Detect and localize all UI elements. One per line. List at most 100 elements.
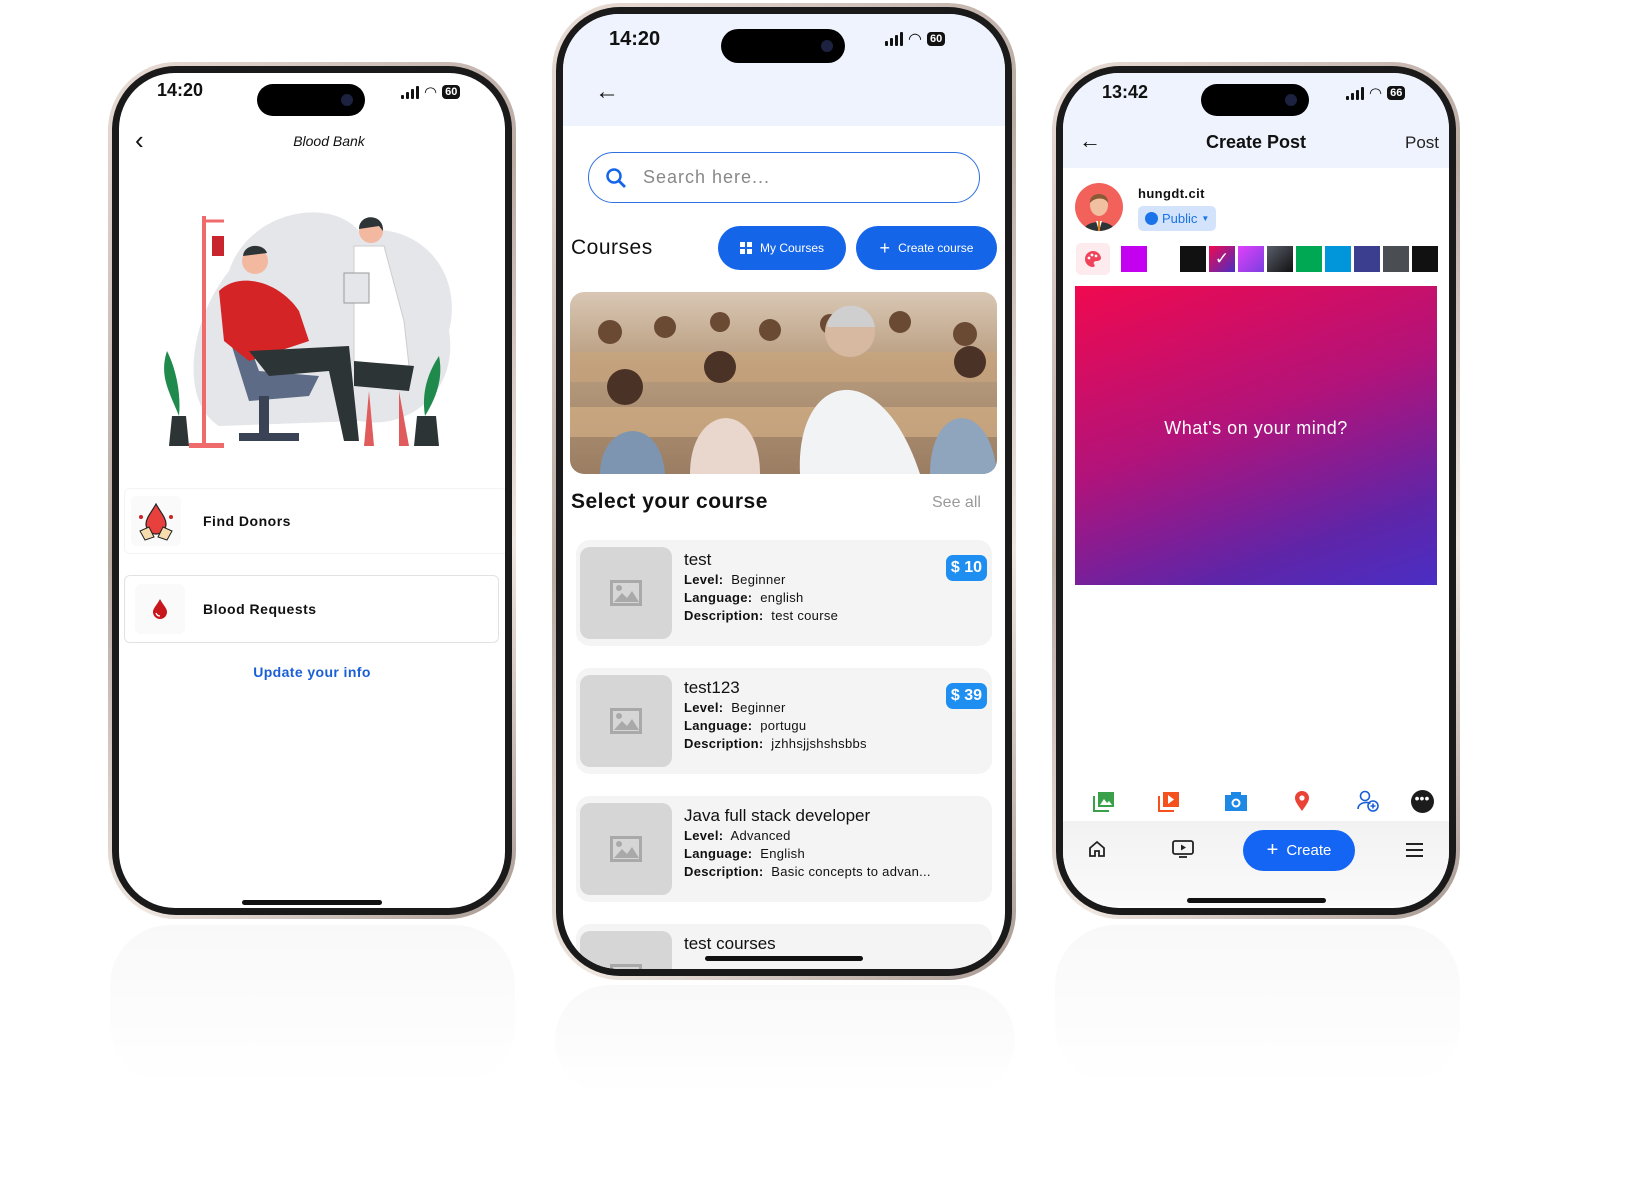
- field-label: Level:: [684, 572, 724, 587]
- color-swatch[interactable]: [1267, 246, 1293, 272]
- course-title: test: [684, 550, 712, 569]
- status-icons: ◠ 66: [1346, 84, 1406, 102]
- status-time: 14:20: [157, 80, 204, 100]
- more-icon[interactable]: •••: [1410, 789, 1434, 813]
- home-icon[interactable]: [1087, 839, 1107, 864]
- location-icon[interactable]: [1290, 789, 1314, 813]
- course-language: Language: english: [684, 590, 804, 605]
- field-label: Language:: [684, 590, 753, 605]
- status-icons: ◠ 60: [401, 83, 461, 101]
- create-label: Create: [1286, 842, 1332, 859]
- photo-icon[interactable]: [1092, 789, 1116, 813]
- dynamic-island: [257, 84, 365, 116]
- color-swatch[interactable]: [1238, 246, 1264, 272]
- course-title: Java full stack developer: [684, 806, 871, 825]
- plus-icon: +: [1266, 839, 1279, 861]
- battery-icon: 66: [1387, 86, 1406, 100]
- post-composer[interactable]: What's on your mind?: [1075, 286, 1437, 585]
- menu-item-label: Blood Requests: [203, 601, 317, 617]
- course-level: Level: Advanced: [684, 828, 791, 843]
- video-icon[interactable]: [1157, 789, 1181, 813]
- battery-icon: 60: [442, 85, 461, 99]
- field-value: portugu: [760, 718, 807, 733]
- tv-icon[interactable]: [1172, 839, 1194, 864]
- menu-item-label: Find Donors: [203, 513, 291, 529]
- field-label: Description:: [684, 608, 764, 623]
- create-button[interactable]: + Create: [1243, 830, 1355, 871]
- color-swatch[interactable]: [1296, 246, 1322, 272]
- status-time: 14:20: [609, 28, 661, 50]
- color-swatch[interactable]: [1412, 246, 1438, 272]
- privacy-label: Public: [1162, 211, 1198, 226]
- course-card[interactable]: Java full stack developer Level: Advanced…: [576, 796, 992, 902]
- caret-down-icon: ▼: [1201, 214, 1210, 223]
- username: hungdt.cit: [1138, 186, 1205, 201]
- create-course-button[interactable]: + Create course: [856, 226, 997, 270]
- course-level: Level: Beginner: [684, 572, 786, 587]
- globe-icon: [1145, 212, 1158, 225]
- phone-blood-bank: 14:20 ◠ 60 ‹ Blood Bank Find Donors Bloo…: [108, 62, 516, 919]
- color-swatch[interactable]: [1383, 246, 1409, 272]
- course-language: Language: portugu: [684, 718, 806, 733]
- field-label: Description:: [684, 736, 764, 751]
- field-label: Level:: [684, 700, 724, 715]
- grid-icon: [739, 242, 752, 254]
- signal-icon: [1346, 86, 1364, 100]
- signal-icon: [401, 85, 419, 99]
- privacy-dropdown[interactable]: Public ▼: [1138, 206, 1217, 231]
- field-value: jzhhsjjshshsbbs: [771, 736, 867, 751]
- blood-donation-illustration: [164, 212, 452, 448]
- course-level: Level: Beginner: [684, 700, 786, 715]
- menu-icon[interactable]: [1406, 843, 1423, 857]
- phone-create-post: 13:42 ◠ 66 ← Create Post Post hungdt.cit…: [1052, 62, 1460, 919]
- back-arrow-button[interactable]: ←: [595, 78, 619, 106]
- tag-people-icon[interactable]: [1356, 789, 1380, 813]
- status-time: 13:42: [1102, 82, 1149, 102]
- wifi-icon: ◠: [908, 31, 922, 48]
- phone-courses: 14:20 ◠ 60 ← Search here... Courses My C…: [552, 3, 1016, 980]
- course-card[interactable]: test courses: [576, 924, 992, 969]
- color-swatch[interactable]: [1180, 246, 1206, 272]
- battery-icon: 60: [926, 32, 946, 46]
- field-value: english: [760, 590, 804, 605]
- page-title: Create Post: [1205, 132, 1307, 152]
- blood-drop-icon: [135, 584, 185, 634]
- course-description: Description: Basic concepts to advan...: [684, 864, 931, 879]
- field-label: Language:: [684, 846, 753, 861]
- palette-button[interactable]: [1076, 243, 1110, 275]
- course-card[interactable]: test123 Level: Beginner Language: portugu D…: [576, 668, 992, 774]
- blood-bank-screen: 14:20 ◠ 60 ‹ Blood Bank Find Donors Bloo…: [119, 73, 505, 908]
- course-card[interactable]: test Level: Beginner Language: english Desc…: [576, 540, 992, 646]
- field-value: English: [760, 846, 806, 861]
- field-label: Description:: [684, 864, 764, 879]
- update-info-link[interactable]: Update your info: [119, 664, 505, 680]
- phone-reflection: [110, 925, 515, 1085]
- price-badge: $ 10: [945, 555, 987, 581]
- search-input[interactable]: Search here...: [588, 152, 980, 203]
- phone-reflection: [555, 985, 1015, 1095]
- see-all-link[interactable]: See all: [932, 494, 981, 512]
- classroom-banner-image: [570, 292, 997, 474]
- post-button[interactable]: Post: [1405, 133, 1439, 153]
- color-swatch[interactable]: [1325, 246, 1351, 272]
- menu-item-blood-requests[interactable]: Blood Requests: [124, 575, 499, 643]
- camera-icon[interactable]: [1224, 789, 1248, 813]
- my-courses-button[interactable]: My Courses: [718, 226, 846, 270]
- color-swatch[interactable]: ✓: [1209, 246, 1235, 272]
- home-indicator: [1187, 898, 1326, 903]
- search-placeholder: Search here...: [643, 167, 771, 187]
- avatar: [1075, 183, 1123, 231]
- courses-heading: Courses: [571, 236, 653, 259]
- color-swatch[interactable]: [1121, 246, 1147, 272]
- image-placeholder-icon: [580, 931, 672, 969]
- course-language: Language: English: [684, 846, 805, 861]
- home-indicator: [242, 900, 382, 905]
- post-placeholder: What's on your mind?: [1164, 418, 1348, 438]
- check-icon: ✓: [1214, 249, 1230, 268]
- field-label: Level:: [684, 828, 724, 843]
- price-badge: $ 39: [945, 683, 987, 709]
- my-courses-label: My Courses: [759, 241, 824, 255]
- color-swatch[interactable]: [1354, 246, 1380, 272]
- plus-icon: +: [879, 237, 891, 258]
- menu-item-find-donors[interactable]: Find Donors: [124, 488, 505, 554]
